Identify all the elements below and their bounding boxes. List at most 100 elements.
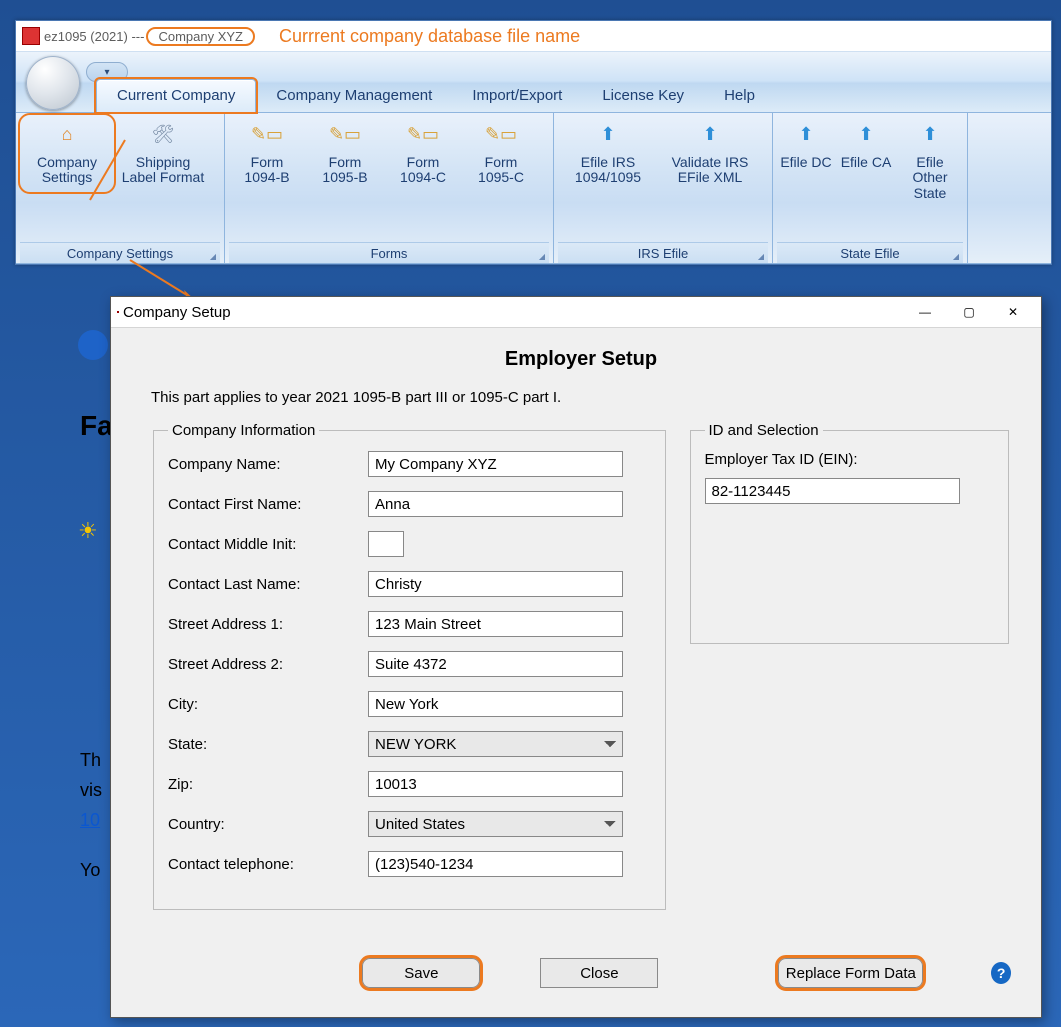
upload-icon: ⬆ [560,121,656,149]
button-validate-irs-xml[interactable]: ⬆ Validate IRS EFile XML [660,115,760,192]
input-company-name[interactable] [368,451,623,477]
select-country[interactable]: United States [368,811,623,837]
main-window: ez1095 (2021) --- Company XYZ Currrent c… [15,20,1052,265]
tab-current-company[interactable]: Current Company [96,79,256,112]
label-last-name: Contact Last Name: [168,576,368,593]
title-prefix: ez1095 (2021) --- [44,29,144,44]
select-state[interactable]: NEW YORK [368,731,623,757]
input-street2[interactable] [368,651,623,677]
button-efile-irs[interactable]: ⬆ Efile IRS 1094/1095 [558,115,658,192]
legend-id-selection: ID and Selection [705,422,823,439]
label-ein: Employer Tax ID (EIN): [705,451,905,468]
input-ein[interactable] [705,478,960,504]
button-validate-irs-xml-label: Validate IRS EFile XML [662,155,758,186]
button-efile-other-state[interactable]: ⬆ Efile Other State [897,115,963,207]
dialog-heading: Employer Setup [151,348,1011,371]
label-street1: Street Address 1: [168,616,368,633]
ribbon-group-irs-efile: ⬆ Efile IRS 1094/1095 ⬆ Validate IRS EFi… [554,113,773,263]
upload-icon: ⬆ [899,121,961,149]
ribbon-tabs: Current Company Company Management Impor… [96,52,775,112]
page-para-fragment-2: Yo [80,860,100,881]
page-heading-fragment: Fa [80,410,113,442]
ribbon-group-label-company-settings: Company Settings [20,242,220,263]
home-icon: ⌂ [22,121,112,149]
label-first-name: Contact First Name: [168,496,368,513]
button-efile-ca-label: Efile CA [839,155,893,170]
minimize-button[interactable]: — [903,298,947,326]
tools-icon: 🛠 [118,121,208,149]
ribbon-header: ▾ Current Company Company Management Imp… [16,51,1051,113]
ribbon-group-state-efile: ⬆ Efile DC ⬆ Efile CA ⬆ Efile Other Stat… [773,113,968,263]
dialog-body: Employer Setup This part applies to year… [111,328,1041,943]
fieldset-id-selection: ID and Selection Employer Tax ID (EIN): [690,422,1010,644]
dialog-app-icon [117,311,119,313]
label-telephone: Contact telephone: [168,856,368,873]
label-state: State: [168,736,368,753]
help-icon[interactable]: ? [991,962,1011,984]
button-efile-dc-label: Efile DC [779,155,833,170]
title-company: Company XYZ [146,27,255,46]
button-efile-other-state-label: Efile Other State [899,155,961,201]
button-form-1095b[interactable]: ✎▭ Form 1095-B [307,115,383,192]
tab-company-management[interactable]: Company Management [256,80,452,112]
button-form-1094c-label: Form 1094-C [387,155,459,186]
ribbon-group-label-forms: Forms [229,242,549,263]
label-city: City: [168,696,368,713]
input-first-name[interactable] [368,491,623,517]
label-zip: Zip: [168,776,368,793]
button-form-1094b-label: Form 1094-B [231,155,303,186]
button-efile-irs-label: Efile IRS 1094/1095 [560,155,656,186]
form-edit-icon: ✎▭ [309,121,381,149]
upload-icon: ⬆ [662,121,758,149]
button-company-settings[interactable]: ⌂ Company Settings [20,115,114,192]
company-setup-dialog: Company Setup — ▢ ✕ Employer Setup This … [110,296,1042,1018]
input-zip[interactable] [368,771,623,797]
input-telephone[interactable] [368,851,623,877]
save-button[interactable]: Save [362,958,480,988]
fieldset-company-information: Company Information Company Name: Contac… [153,422,666,910]
dialog-subheading: This part applies to year 2021 1095-B pa… [151,389,1011,406]
button-form-1095b-label: Form 1095-B [309,155,381,186]
button-form-1095c-label: Form 1095-C [465,155,537,186]
input-street1[interactable] [368,611,623,637]
button-form-1094b[interactable]: ✎▭ Form 1094-B [229,115,305,192]
tab-license-key[interactable]: License Key [582,80,704,112]
close-button[interactable]: Close [540,958,658,988]
label-company-name: Company Name: [168,456,368,473]
input-middle-init[interactable] [368,531,404,557]
app-icon [22,27,40,45]
tab-help[interactable]: Help [704,80,775,112]
office-orb-button[interactable] [26,56,80,110]
page-link-fragment[interactable]: 10 [80,810,100,831]
label-country: Country: [168,816,368,833]
page-para-fragment-1a: Th [80,750,101,771]
info-badge-icon [78,330,108,360]
tab-import-export[interactable]: Import/Export [452,80,582,112]
dialog-titlebar: Company Setup — ▢ ✕ [111,297,1041,328]
ribbon-group-forms: ✎▭ Form 1094-B ✎▭ Form 1095-B ✎▭ Form 10… [225,113,554,263]
upload-icon: ⬆ [839,121,893,149]
button-shipping-label-format[interactable]: 🛠 Shipping Label Format [116,115,210,192]
label-middle-init: Contact Middle Init: [168,536,368,553]
input-city[interactable] [368,691,623,717]
close-window-button[interactable]: ✕ [991,298,1035,326]
form-edit-icon: ✎▭ [387,121,459,149]
button-efile-ca[interactable]: ⬆ Efile CA [837,115,895,176]
dialog-buttons: Save Close Replace Form Data ? [111,943,1041,1017]
ribbon-group-label-irs-efile: IRS Efile [558,242,768,263]
maximize-button[interactable]: ▢ [947,298,991,326]
button-form-1094c[interactable]: ✎▭ Form 1094-C [385,115,461,192]
ribbon-body: ⌂ Company Settings 🛠 Shipping Label Form… [16,113,1051,264]
ribbon-group-company-settings: ⌂ Company Settings 🛠 Shipping Label Form… [16,113,225,263]
button-efile-dc[interactable]: ⬆ Efile DC [777,115,835,176]
button-company-settings-label: Company Settings [22,155,112,186]
titlebar: ez1095 (2021) --- Company XYZ Currrent c… [16,21,1051,51]
form-edit-icon: ✎▭ [231,121,303,149]
button-form-1095c[interactable]: ✎▭ Form 1095-C [463,115,539,192]
dialog-title: Company Setup [123,304,231,321]
page-para-fragment-1b: vis [80,780,102,801]
input-last-name[interactable] [368,571,623,597]
ribbon-group-label-state-efile: State Efile [777,242,963,263]
legend-company-information: Company Information [168,422,319,439]
replace-form-data-button[interactable]: Replace Form Data [778,958,923,988]
